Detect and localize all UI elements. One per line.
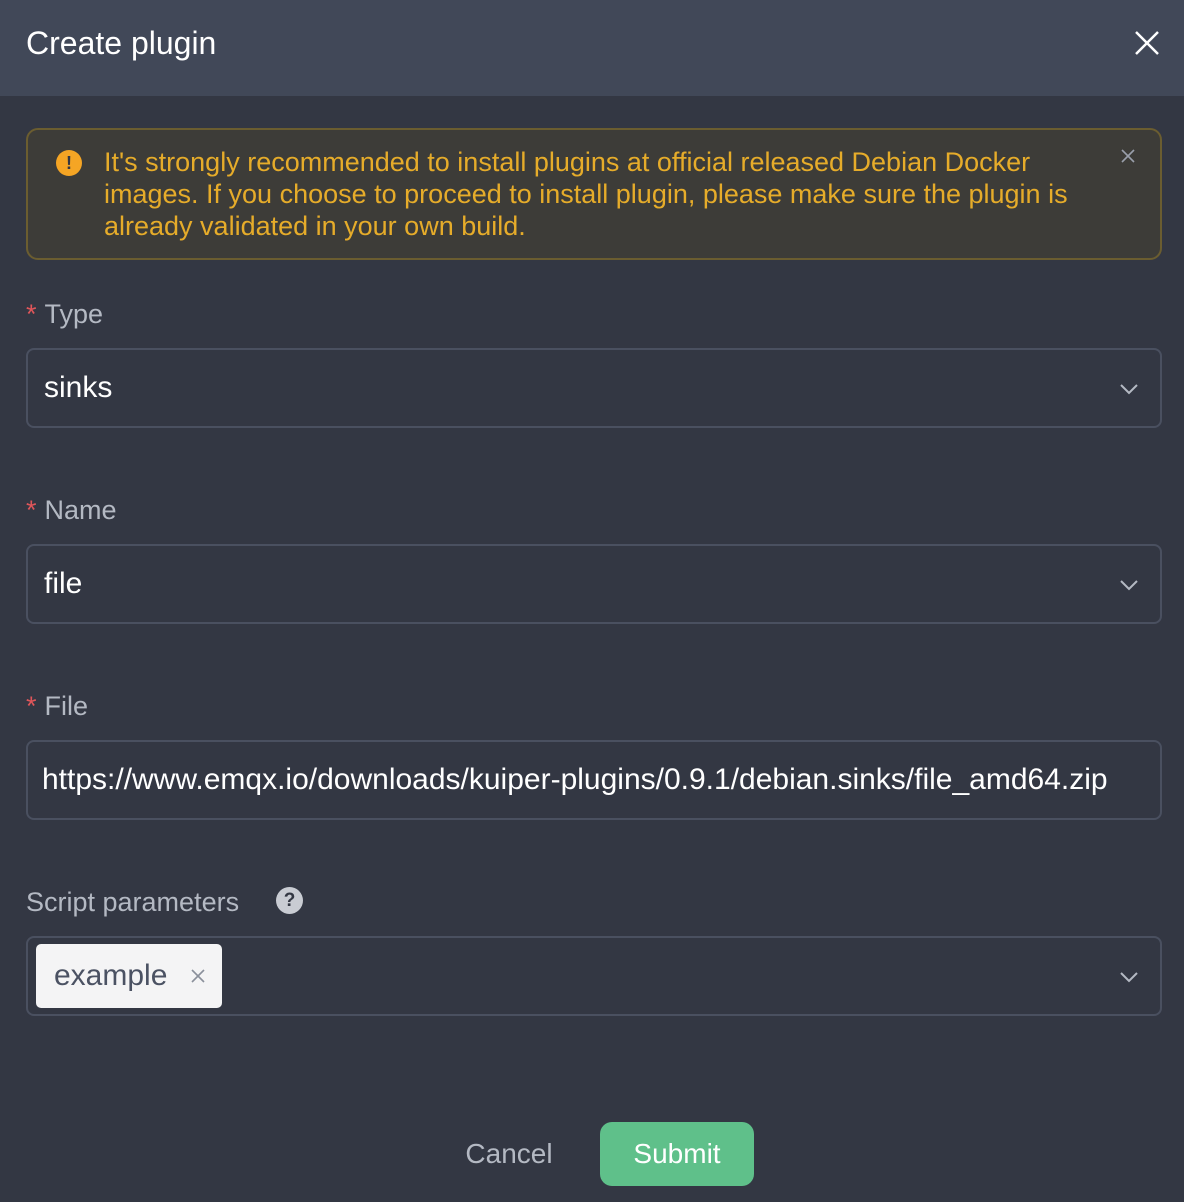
close-icon[interactable] — [1128, 24, 1166, 62]
script-parameters-label: Script parameters — [26, 887, 240, 917]
file-label: * File — [26, 690, 88, 722]
required-mark: * — [26, 691, 37, 721]
name-select-value: file — [44, 567, 83, 600]
chevron-down-icon — [1120, 384, 1138, 395]
name-select[interactable]: file — [26, 544, 1162, 624]
tag: example — [36, 944, 222, 1008]
chevron-down-icon — [1120, 580, 1138, 591]
alert-message: It's strongly recommended to install plu… — [104, 147, 1068, 241]
warning-icon: ! — [56, 150, 82, 176]
chevron-down-icon — [1120, 972, 1138, 983]
script-parameters-select[interactable]: example — [26, 936, 1162, 1016]
required-mark: * — [26, 299, 37, 329]
name-label-text: Name — [44, 495, 117, 525]
required-mark: * — [26, 495, 37, 525]
file-url-input[interactable] — [42, 742, 1146, 818]
type-label-text: Type — [44, 299, 104, 329]
dialog-header: Create plugin — [0, 0, 1184, 96]
type-select-value: sinks — [44, 371, 113, 404]
warning-alert: ! It's strongly recommended to install p… — [26, 128, 1162, 260]
type-label: * Type — [26, 298, 103, 330]
file-label-text: File — [44, 691, 89, 721]
tag-close-icon[interactable] — [190, 968, 206, 984]
alert-close-icon[interactable] — [1120, 148, 1136, 164]
type-select[interactable]: sinks — [26, 348, 1162, 428]
file-field — [26, 740, 1162, 820]
help-icon[interactable]: ? — [276, 887, 303, 914]
name-label: * Name — [26, 494, 117, 526]
tag-label: example — [54, 959, 168, 992]
cancel-button[interactable]: Cancel — [440, 1122, 578, 1186]
dialog-title: Create plugin — [26, 25, 217, 61]
submit-button[interactable]: Submit — [600, 1122, 754, 1186]
